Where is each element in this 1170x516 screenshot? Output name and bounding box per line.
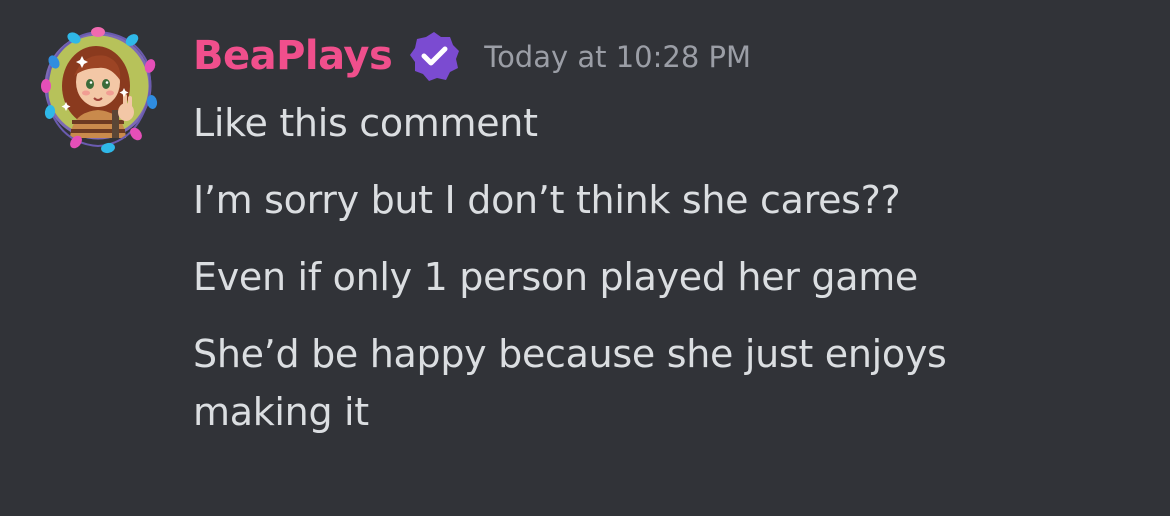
chat-message: BeaPlays Today at 10:28 PM Like this com…	[0, 0, 1170, 516]
author-name[interactable]: BeaPlays	[193, 28, 393, 84]
message-line: I’m sorry but I don’t think she cares??	[193, 178, 901, 222]
message-content: Like this comment I’m sorry but I don’t …	[193, 94, 1093, 459]
verified-check-badge-icon[interactable]	[408, 30, 460, 82]
message-timestamp[interactable]: Today at 10:28 PM	[484, 29, 751, 85]
author-avatar[interactable]	[28, 16, 168, 156]
avatar-girl-with-fairy-lights-icon	[41, 27, 158, 154]
message-line: Even if only 1 person played her game	[193, 255, 919, 299]
message-line: She’d be happy because she just enjoys m…	[193, 332, 947, 434]
message-line: Like this comment	[193, 101, 538, 145]
message-header: BeaPlays Today at 10:28 PM	[193, 28, 751, 84]
